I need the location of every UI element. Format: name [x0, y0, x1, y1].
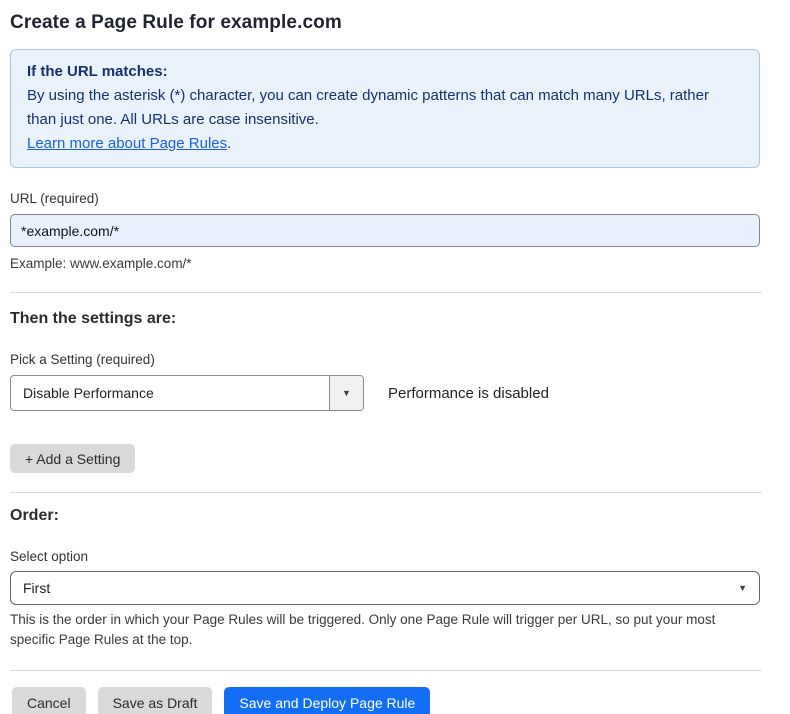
create-page-rule-panel: Create a Page Rule for example.com If th…	[0, 0, 770, 714]
link-suffix: .	[227, 135, 231, 152]
divider	[10, 292, 762, 293]
learn-more-link[interactable]: Learn more about Page Rules	[27, 135, 227, 152]
order-select[interactable]: First ▼	[10, 571, 760, 605]
order-help-text: This is the order in which your Page Rul…	[10, 610, 752, 650]
chevron-down-icon: ▼	[342, 389, 351, 398]
url-example-text: Example: www.example.com/*	[10, 254, 760, 274]
url-match-info-box: If the URL matches: By using the asteris…	[10, 49, 760, 168]
setting-picker-value: Disable Performance	[11, 376, 329, 410]
save-draft-button[interactable]: Save as Draft	[98, 687, 213, 714]
setting-picker[interactable]: Disable Performance ▼	[10, 375, 364, 411]
save-deploy-button[interactable]: Save and Deploy Page Rule	[224, 687, 430, 714]
order-select-label: Select option	[10, 549, 760, 564]
page-title: Create a Page Rule for example.com	[10, 12, 760, 34]
url-label: URL (required)	[10, 191, 760, 206]
setting-picker-label: Pick a Setting (required)	[10, 352, 760, 367]
divider	[10, 670, 762, 671]
setting-picker-arrow-button[interactable]: ▼	[329, 376, 363, 410]
divider	[10, 492, 762, 493]
cancel-button[interactable]: Cancel	[12, 687, 86, 714]
url-input[interactable]	[10, 214, 760, 247]
add-setting-button[interactable]: + Add a Setting	[10, 444, 135, 473]
order-select-value: First	[23, 580, 738, 596]
actions-row: Cancel Save as Draft Save and Deploy Pag…	[10, 687, 760, 714]
chevron-down-icon: ▼	[738, 584, 747, 593]
setting-status-text: Performance is disabled	[388, 385, 549, 402]
info-box-body: By using the asterisk (*) character, you…	[27, 84, 727, 132]
settings-section-heading: Then the settings are:	[10, 310, 760, 328]
info-box-heading: If the URL matches:	[27, 60, 743, 84]
order-section-heading: Order:	[10, 507, 760, 525]
